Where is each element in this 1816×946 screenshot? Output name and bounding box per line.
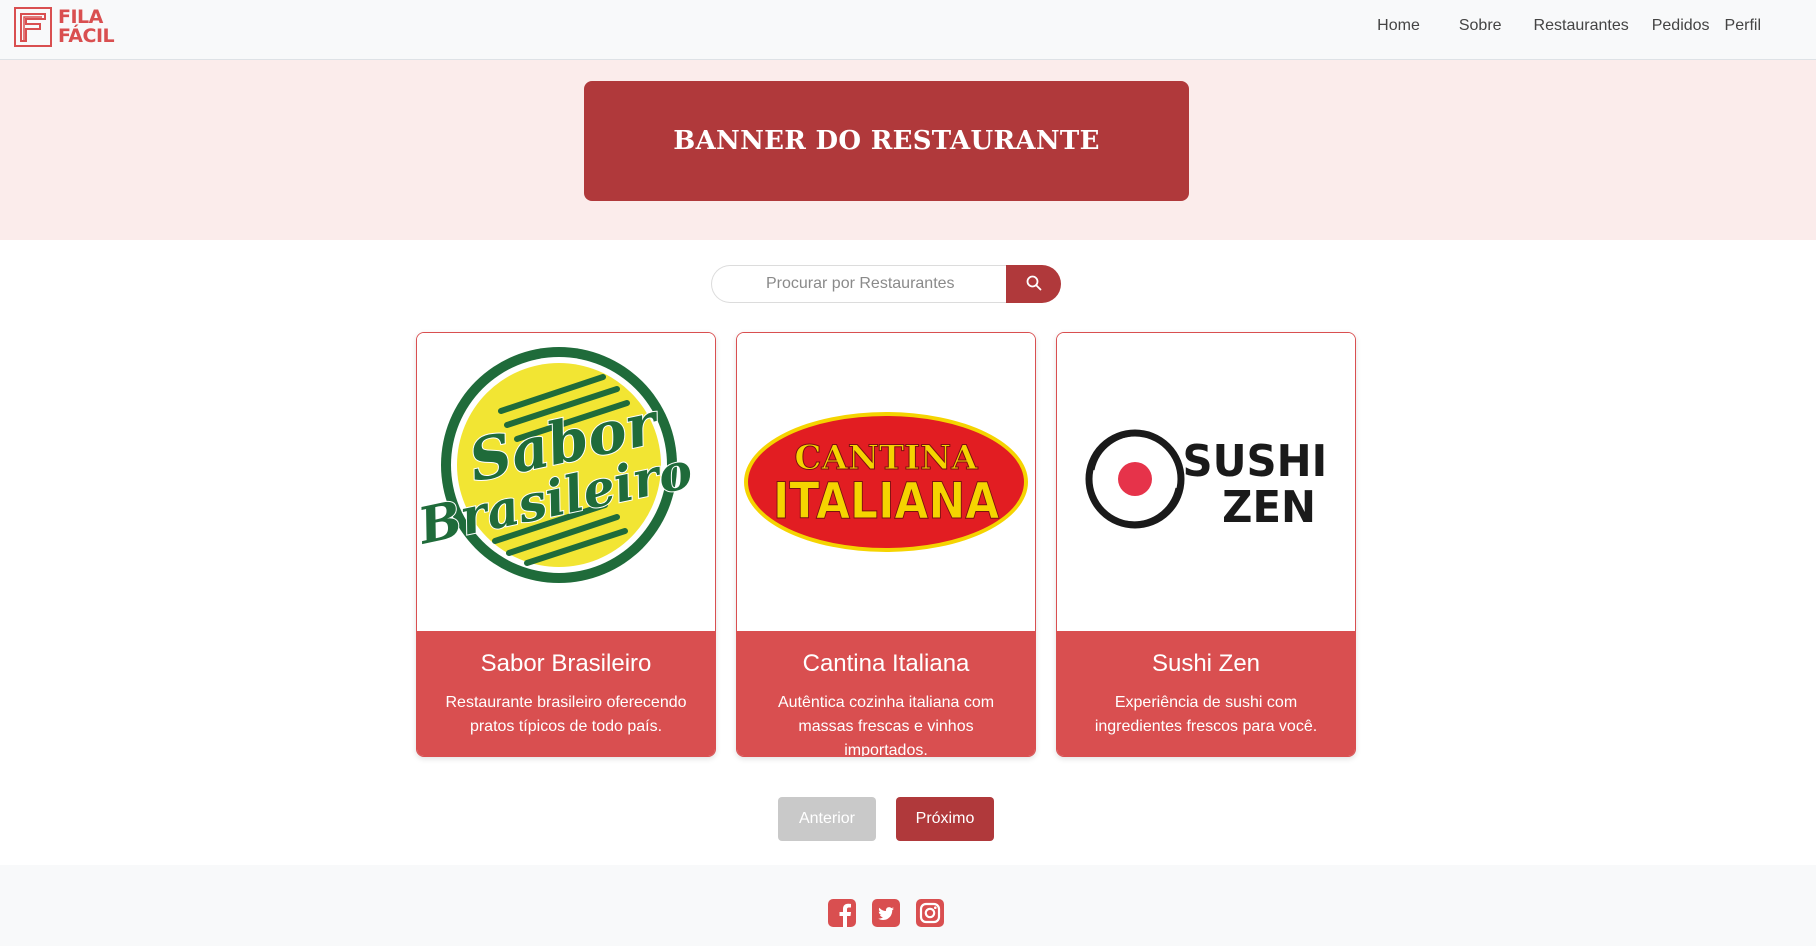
footer (0, 865, 1816, 946)
search-bar (711, 265, 1061, 303)
card-title: Sabor Brasileiro (480, 650, 652, 677)
nav-perfil[interactable]: Perfil (1725, 15, 1761, 37)
logo-text: FILA FÁCIL (58, 8, 115, 47)
card-body: Cantina Italiana Autêntica cozinha itali… (737, 631, 1035, 757)
instagram-icon[interactable] (916, 899, 944, 927)
banner-title: BANNER DO RESTAURANTE (673, 126, 1100, 156)
restaurant-banner: BANNER DO RESTAURANTE (584, 81, 1189, 201)
card-description: Restaurante brasileiro oferecendo pratos… (445, 694, 687, 735)
nav-home[interactable]: Home (1377, 15, 1420, 37)
card-description: Experiência de sushi com ingredientes fr… (1094, 694, 1318, 735)
nav-restaurantes[interactable]: Restaurantes (1534, 15, 1629, 37)
search-input[interactable] (711, 265, 1007, 303)
logo-text-line2: ZEN (1222, 482, 1316, 533)
logo-link[interactable]: FILA FÁCIL (14, 5, 115, 49)
banner-area: BANNER DO RESTAURANTE (0, 60, 1816, 240)
restaurant-card-sushi-zen[interactable]: SUSHI ZEN Sushi Zen Experiência de sushi… (1056, 332, 1356, 757)
card-title: Sushi Zen (1151, 650, 1261, 677)
card-body: Sabor Brasileiro Restaurante brasileiro … (417, 631, 715, 756)
restaurant-logo: SUSHI ZEN (1057, 333, 1355, 631)
facebook-icon[interactable] (828, 899, 856, 927)
nav-links: Home Sobre Restaurantes Pedidos Perfil (1377, 15, 1761, 37)
logo-text-line2: ITALIANA (773, 472, 1000, 530)
navbar: FILA FÁCIL Home Sobre Restaurantes Pedid… (0, 0, 1816, 60)
card-description: Autêntica cozinha italiana com massas fr… (777, 694, 995, 757)
restaurant-card-cantina-italiana[interactable]: CANTINA ITALIANA Cantina Italiana Autênt… (736, 332, 1036, 757)
nav-sobre[interactable]: Sobre (1459, 15, 1502, 37)
logo-icon (14, 7, 52, 47)
logo-text-line2: FÁCIL (58, 25, 115, 47)
logo-text-line1: SUSHI (1183, 436, 1328, 487)
twitter-icon[interactable] (872, 899, 900, 927)
next-button[interactable]: Próximo (896, 797, 994, 841)
card-title: Cantina Italiana (802, 650, 970, 677)
card-body: Sushi Zen Experiência de sushi com ingre… (1057, 631, 1355, 756)
previous-button[interactable]: Anterior (778, 797, 876, 841)
restaurant-logo: CANTINA ITALIANA (737, 333, 1035, 631)
nav-pedidos[interactable]: Pedidos (1652, 15, 1710, 37)
restaurant-card-sabor-brasileiro[interactable]: Sabor Brasileiro Sabor Brasileiro Restau… (416, 332, 716, 757)
search-button[interactable] (1006, 265, 1061, 303)
search-icon (1026, 275, 1042, 294)
restaurant-logo: Sabor Brasileiro (417, 333, 715, 631)
